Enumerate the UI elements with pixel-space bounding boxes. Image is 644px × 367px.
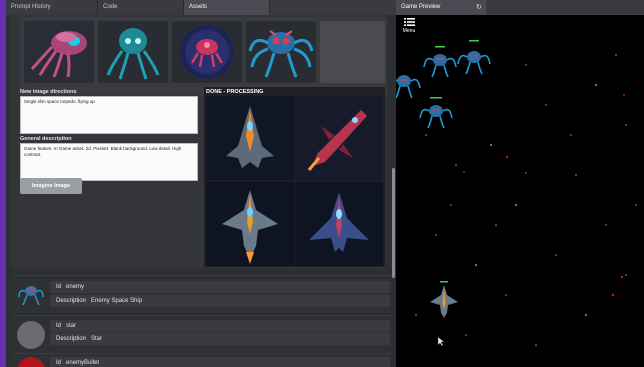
processing-status: DONE - PROCESSING <box>206 89 264 95</box>
asset-editor: New image directions Single slim space t… <box>10 15 387 268</box>
enemy-bullet-avatar <box>17 357 45 367</box>
tab-prompt-history[interactable]: Prompt History <box>6 0 98 15</box>
asset-thumbnail[interactable] <box>98 21 168 83</box>
generated-images-panel: DONE - PROCESSING <box>204 87 385 267</box>
asset-description-value: Star <box>91 336 103 342</box>
asset-description-field[interactable]: Description Star <box>50 333 390 345</box>
tab-code[interactable]: Code <box>98 0 184 15</box>
editor-panel: Prompt History Code Assets New image dir… <box>6 0 396 367</box>
description-label: Description <box>56 336 87 342</box>
generated-image[interactable] <box>206 96 294 180</box>
description-label: Description <box>56 298 87 304</box>
tab-bar: Prompt History Code Assets <box>6 0 396 15</box>
asset-description-value: Enemy Space Ship <box>91 298 143 304</box>
id-label: Id <box>56 360 62 366</box>
enemy-avatar <box>17 281 45 309</box>
asset-row-enemybullet[interactable]: Id enemyBullet <box>12 353 392 367</box>
empty-asset-slot[interactable] <box>320 21 385 83</box>
menu-icon <box>403 18 415 26</box>
asset-thumbnail-strip <box>20 17 387 95</box>
generated-image[interactable] <box>295 96 383 180</box>
asset-thumbnail[interactable] <box>24 21 94 83</box>
scrollbar-thumb[interactable] <box>392 168 395 278</box>
menu-label: Menu <box>402 28 416 34</box>
generated-image[interactable] <box>206 182 294 266</box>
asset-thumbnail[interactable] <box>246 21 316 83</box>
id-label: Id <box>56 284 62 290</box>
description-label: General description <box>20 136 72 142</box>
directions-input[interactable]: Single slim space torpedo, flying up <box>20 96 198 134</box>
asset-thumbnail[interactable] <box>172 21 242 83</box>
imagine-image-button[interactable]: Imagine Image <box>20 178 82 194</box>
directions-label: New image directions <box>20 89 77 95</box>
asset-id-value: enemy <box>66 284 85 290</box>
image-form: New image directions Single slim space t… <box>20 89 198 181</box>
asset-description-field[interactable]: Description Enemy Space Ship <box>50 295 390 307</box>
description-input[interactable]: Game feature. In Game asset. 2d. Pixelar… <box>20 143 198 181</box>
asset-id-field[interactable]: Id enemyBullet <box>50 357 390 367</box>
generated-image-grid <box>206 96 383 266</box>
asset-id-field[interactable]: Id enemy <box>50 281 390 293</box>
star-avatar <box>17 321 45 349</box>
game-preview-tab[interactable]: Game Preview <box>396 0 486 15</box>
asset-id-value: enemyBullet <box>66 360 100 366</box>
game-preview-panel: Game Preview ↻ Menu <box>396 0 644 367</box>
asset-id-value: star <box>66 323 77 329</box>
asset-id-field[interactable]: Id star <box>50 320 390 332</box>
preview-header: Game Preview ↻ <box>396 0 644 15</box>
preview-title: Game Preview <box>401 4 441 10</box>
asset-row-star[interactable]: Id star Description Star <box>12 315 392 353</box>
generated-image[interactable] <box>295 182 383 266</box>
menu-button[interactable]: Menu <box>400 18 418 36</box>
asset-row-enemy[interactable]: Id enemy Description Enemy Space Ship <box>12 275 392 313</box>
refresh-icon[interactable]: ↻ <box>476 0 482 15</box>
id-label: Id <box>56 323 62 329</box>
tab-assets[interactable]: Assets <box>184 0 270 15</box>
game-canvas[interactable] <box>396 15 644 367</box>
